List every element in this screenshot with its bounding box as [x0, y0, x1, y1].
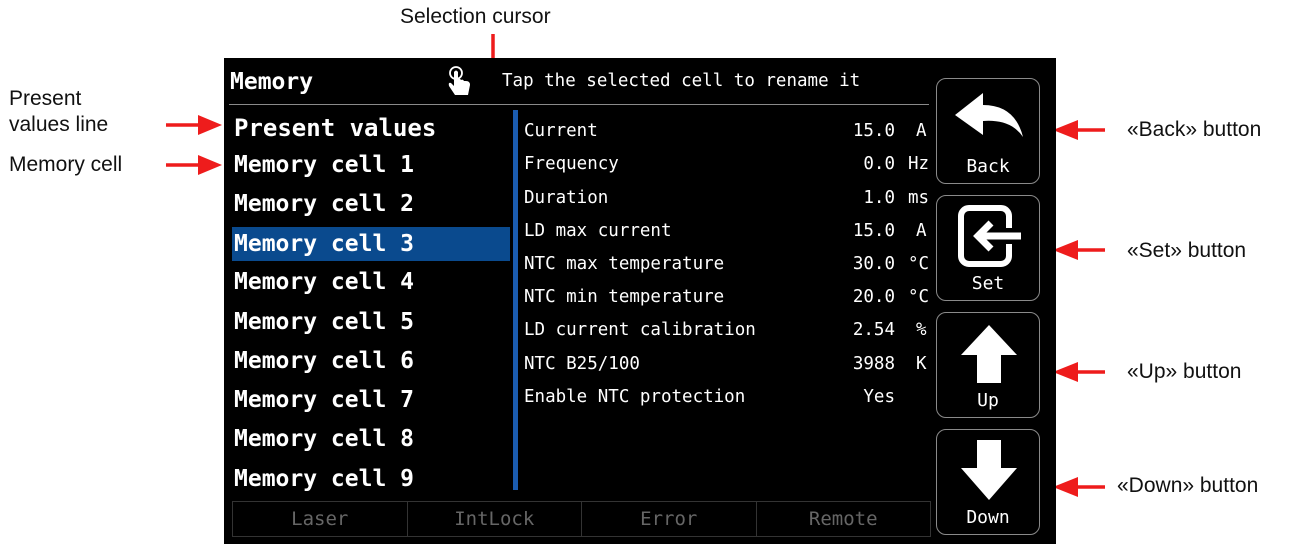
status-bar: Laser IntLock Error Remote [232, 501, 931, 537]
param-ld-max-current-unit: A [916, 221, 927, 241]
param-ntc-b25-unit: K [916, 354, 927, 374]
memory-cell-3[interactable]: Memory cell 3 [232, 227, 510, 261]
memory-cell-2[interactable]: Memory cell 2 [234, 191, 414, 217]
status-laser: Laser [233, 502, 408, 536]
memory-cell-1[interactable]: Memory cell 1 [234, 152, 414, 178]
memory-cell-9[interactable]: Memory cell 9 [234, 466, 414, 492]
present-values-line[interactable]: Present values [234, 114, 436, 142]
param-ntc-min-temp-name: NTC min temperature [524, 287, 725, 307]
down-arrow-icon [961, 440, 1017, 500]
back-button[interactable]: Back [936, 78, 1040, 184]
selection-cursor-bar [513, 110, 518, 490]
param-frequency-name: Frequency [524, 154, 619, 174]
down-button-callout: «Down» button [1117, 474, 1259, 497]
memory-cell-7[interactable]: Memory cell 7 [234, 387, 414, 413]
param-frequency-value: 0.0 [863, 154, 895, 174]
touch-hand-icon [448, 66, 470, 95]
selection-cursor-callout: Selection cursor [400, 5, 551, 28]
param-ntc-min-temp-value: 20.0 [852, 287, 895, 307]
back-arrow-icon [955, 93, 1023, 137]
back-button-callout: «Back» button [1127, 118, 1262, 141]
present-values-line-callout: Present values line [9, 87, 109, 136]
param-ld-max-current-value: 15.0 [852, 221, 895, 241]
status-remote: Remote [808, 508, 878, 530]
param-ld-calibration-unit: % [916, 320, 927, 340]
down-button-label: Down [966, 507, 1010, 528]
param-frequency-unit: Hz [908, 154, 930, 174]
param-current-value: 15.0 [852, 121, 895, 141]
memory-cell-callout: Memory cell [9, 153, 123, 176]
memory-cell-6[interactable]: Memory cell 6 [234, 348, 414, 374]
status-error: Error [582, 502, 757, 536]
param-ntc-max-temp-unit: °C [908, 254, 930, 274]
set-button-callout: «Set» button [1127, 239, 1247, 262]
down-button[interactable]: Down [936, 429, 1040, 535]
screen-title: Memory [230, 69, 314, 95]
up-button-callout: «Up» button [1127, 360, 1242, 383]
param-current-name: Current [524, 121, 598, 141]
param-duration-name: Duration [524, 188, 609, 208]
enter-icon [958, 205, 1021, 267]
set-button-label: Set [971, 273, 1005, 294]
param-ld-max-current-name: LD max current [524, 221, 672, 241]
memory-cell-4[interactable]: Memory cell 4 [234, 269, 414, 295]
param-ntc-min-temp-unit: °C [908, 287, 930, 307]
param-ntc-b25-name: NTC B25/100 [524, 354, 640, 374]
rename-hint: Tap the selected cell to rename it [502, 71, 861, 91]
back-button-label: Back [966, 156, 1010, 177]
param-ntc-max-temp-value: 30.0 [852, 254, 895, 274]
status-intlock: IntLock [408, 502, 582, 536]
param-ntc-max-temp-name: NTC max temperature [524, 254, 725, 274]
param-ntc-b25-value: 3988 [852, 354, 895, 374]
memory-cell-5[interactable]: Memory cell 5 [234, 309, 414, 335]
up-button[interactable]: Up [936, 312, 1040, 418]
device-screen: Memory Tap the selected cell to rename i… [224, 58, 1056, 544]
param-current-unit: A [916, 121, 927, 141]
memory-cell-8[interactable]: Memory cell 8 [234, 426, 414, 452]
param-ld-calibration-value: 2.54 [852, 320, 895, 340]
param-enable-ntc-name: Enable NTC protection [524, 387, 746, 407]
set-button[interactable]: Set [936, 195, 1040, 301]
up-button-label: Up [977, 390, 999, 411]
param-duration-unit: ms [908, 188, 930, 208]
param-duration-value: 1.0 [863, 188, 895, 208]
param-enable-ntc-value: Yes [863, 387, 895, 407]
up-arrow-icon [961, 325, 1017, 383]
param-ld-calibration-name: LD current calibration [524, 320, 756, 340]
header-divider [229, 104, 929, 105]
